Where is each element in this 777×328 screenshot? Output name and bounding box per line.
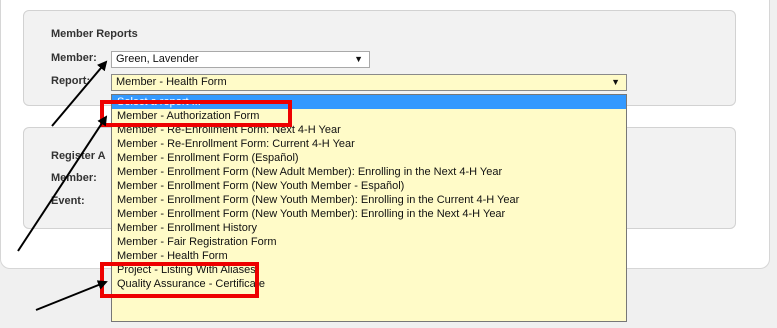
- dropdown-option[interactable]: Member - Health Form: [112, 249, 626, 263]
- authorization-form-highlight: [100, 100, 292, 127]
- dropdown-option[interactable]: Member - Re-Enrollment Form: Current 4-H…: [112, 137, 626, 151]
- member-select-value: Green, Lavender: [116, 53, 199, 65]
- dropdown-option[interactable]: Member - Enrollment Form (New Adult Memb…: [112, 165, 626, 179]
- member-reports-card: Member Reports Member: Green, Lavender ▼…: [23, 10, 736, 106]
- health-form-highlight: [100, 262, 259, 298]
- report-select-value: Member - Health Form: [116, 76, 227, 88]
- register-member-label: Member:: [51, 172, 97, 184]
- register-event-label: Event:: [51, 195, 85, 207]
- member-select[interactable]: Green, Lavender ▼: [111, 51, 370, 68]
- member-reports-title: Member Reports: [51, 28, 138, 40]
- dropdown-option[interactable]: Member - Fair Registration Form: [112, 235, 626, 249]
- dropdown-option[interactable]: Member - Enrollment History: [112, 221, 626, 235]
- report-select[interactable]: Member - Health Form ▼: [111, 74, 627, 91]
- chevron-down-icon: ▼: [354, 54, 363, 64]
- dropdown-option[interactable]: Member - Enrollment Form (Español): [112, 151, 626, 165]
- arrow-to-health-form: [35, 280, 108, 311]
- register-title: Register A: [51, 150, 106, 162]
- member-label: Member:: [51, 52, 97, 64]
- chevron-down-icon: ▼: [611, 77, 620, 87]
- dropdown-option[interactable]: Member - Enrollment Form (New Youth Memb…: [112, 193, 626, 207]
- dropdown-option[interactable]: Member - Enrollment Form (New Youth Memb…: [112, 207, 626, 221]
- report-label: Report:: [51, 75, 91, 87]
- dropdown-option[interactable]: Member - Enrollment Form (New Youth Memb…: [112, 179, 626, 193]
